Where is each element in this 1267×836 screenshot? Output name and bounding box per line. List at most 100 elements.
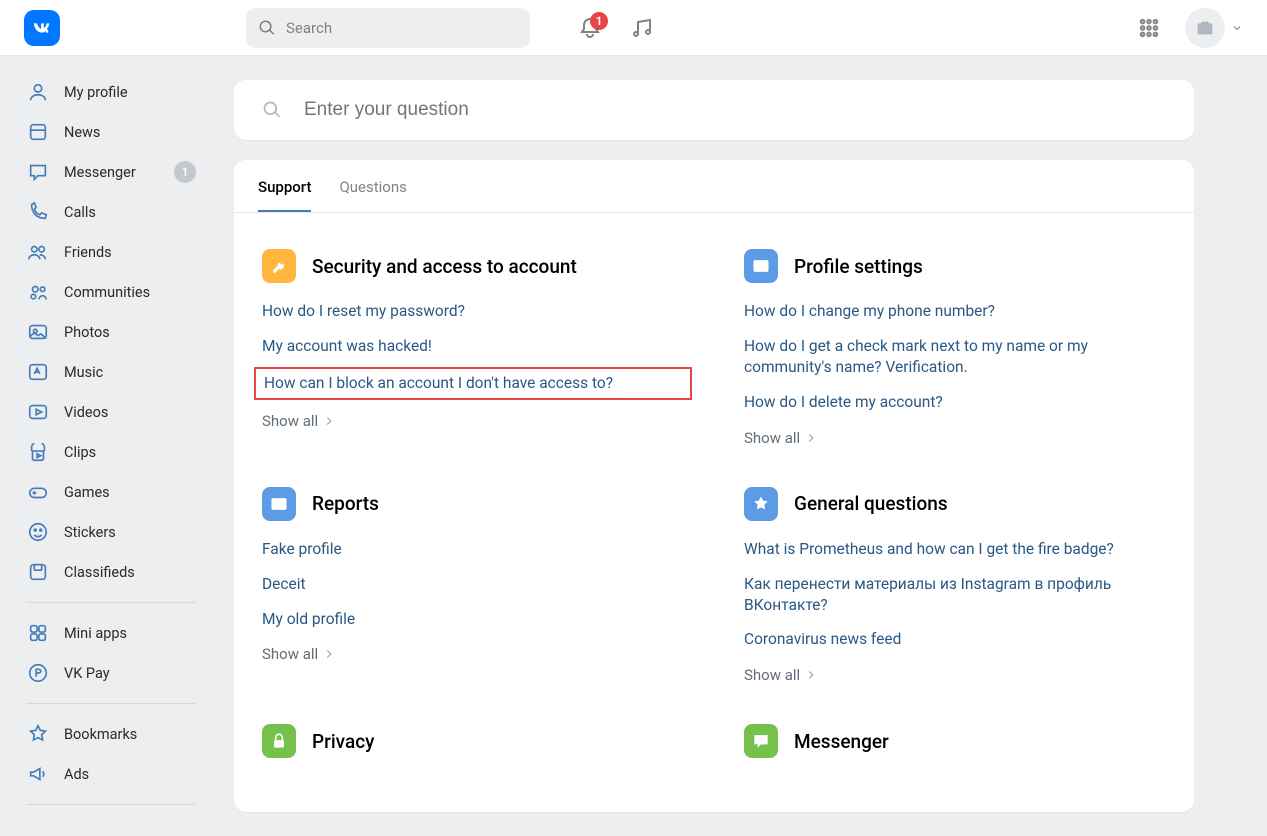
sidebar-item-messenger[interactable]: Messenger1 <box>20 152 202 192</box>
help-link[interactable]: How do I get a check mark next to my nam… <box>744 336 1166 378</box>
sidebar-item-photos[interactable]: Photos <box>20 312 202 352</box>
communities-icon <box>26 280 50 304</box>
sidebar-item-label: Stickers <box>64 524 116 541</box>
music-button[interactable] <box>622 8 662 48</box>
sidebar-item-label: Photos <box>64 324 110 341</box>
help-link[interactable]: How do I change my phone number? <box>744 301 1166 322</box>
friends-icon <box>26 240 50 264</box>
sidebar-item-music[interactable]: Music <box>20 352 202 392</box>
show-all-link[interactable]: Show all <box>262 645 684 663</box>
support-card: Support Questions Security and access to… <box>234 160 1194 812</box>
show-all-link[interactable]: Show all <box>744 429 1166 447</box>
main-content: Support Questions Security and access to… <box>210 56 1230 836</box>
sidebar-item-ads[interactable]: Ads <box>20 754 202 794</box>
section-title: General questions <box>794 492 948 515</box>
calls-icon <box>26 200 50 224</box>
chevron-right-icon <box>322 647 336 661</box>
sidebar-item-calls[interactable]: Calls <box>20 192 202 232</box>
ask-question-box[interactable] <box>234 80 1194 140</box>
sidebar-divider <box>26 703 196 704</box>
tab-questions[interactable]: Questions <box>339 160 406 212</box>
section-title: Security and access to account <box>312 255 577 278</box>
help-link[interactable]: Fake profile <box>262 539 684 560</box>
notifications-button[interactable]: 1 <box>570 8 610 48</box>
search-icon <box>262 100 282 120</box>
help-link[interactable]: Как перенести материалы из Instagram в п… <box>744 574 1166 616</box>
sidebar-item-profile[interactable]: My profile <box>20 72 202 112</box>
sidebar-item-friends[interactable]: Friends <box>20 232 202 272</box>
help-link[interactable]: My account was hacked! <box>262 336 684 357</box>
sidebar-item-label: Calls <box>64 204 96 221</box>
music-icon <box>26 360 50 384</box>
vkpay-icon <box>26 661 50 685</box>
sidebar-item-games[interactable]: Games <box>20 472 202 512</box>
miniapps-icon <box>26 621 50 645</box>
sidebar-item-classifieds[interactable]: Classifieds <box>20 552 202 592</box>
sidebar-item-miniapps[interactable]: Mini apps <box>20 613 202 653</box>
profile-menu[interactable] <box>1185 8 1243 48</box>
sidebar-item-videos[interactable]: Videos <box>20 392 202 432</box>
sidebar-item-label: Games <box>64 484 110 501</box>
sidebar-item-label: Communities <box>64 284 150 301</box>
section-header: Security and access to account <box>262 249 684 283</box>
section-header: Profile settings <box>744 249 1166 283</box>
ask-question-input[interactable] <box>302 98 1166 122</box>
grid-icon <box>1138 17 1160 39</box>
tabs: Support Questions <box>234 160 1194 213</box>
chevron-right-icon <box>804 431 818 445</box>
sidebar-item-clips[interactable]: Clips <box>20 432 202 472</box>
section: General questions What is Prometheus and … <box>744 487 1166 685</box>
stickers-icon <box>26 520 50 544</box>
section-links: What is Prometheus and how can I get the… <box>744 539 1166 685</box>
sidebar-item-news[interactable]: News <box>20 112 202 152</box>
news-icon <box>26 120 50 144</box>
sidebar-item-stickers[interactable]: Stickers <box>20 512 202 552</box>
sidebar-badge: 1 <box>174 161 196 183</box>
photos-icon <box>26 320 50 344</box>
sidebar-divider <box>26 602 196 603</box>
sidebar-item-label: Bookmarks <box>64 726 137 743</box>
section-title: Messenger <box>794 730 889 753</box>
chat-icon <box>744 724 778 758</box>
help-link[interactable]: What is Prometheus and how can I get the… <box>744 539 1166 560</box>
sidebar-item-label: Classifieds <box>64 564 135 581</box>
notification-badge: 1 <box>590 12 608 30</box>
tab-support[interactable]: Support <box>258 160 311 212</box>
sidebar-item-label: Videos <box>64 404 108 421</box>
sidebar-item-vkpay[interactable]: VK Pay <box>20 653 202 693</box>
header-search-placeholder: Search <box>286 19 332 37</box>
clips-icon <box>26 440 50 464</box>
top-header: Search 1 <box>0 0 1267 56</box>
show-all-link[interactable]: Show all <box>744 666 1166 684</box>
help-link[interactable]: Coronavirus news feed <box>744 629 1166 650</box>
music-icon <box>630 16 654 40</box>
help-link[interactable]: My old profile <box>262 609 684 630</box>
section-header: Privacy <box>262 724 684 758</box>
section: Reports Fake profile Deceit My old profile S… <box>262 487 684 685</box>
vk-logo[interactable] <box>24 10 60 46</box>
show-all-link[interactable]: Show all <box>262 412 684 430</box>
help-link[interactable]: How do I delete my account? <box>744 392 1166 413</box>
apps-grid-button[interactable] <box>1129 8 1169 48</box>
sidebar-item-label: Ads <box>64 766 89 783</box>
help-link[interactable]: How do I reset my password? <box>262 301 684 322</box>
section-title: Privacy <box>312 730 374 753</box>
section-header: Messenger <box>744 724 1166 758</box>
sidebar-item-bookmarks[interactable]: Bookmarks <box>20 714 202 754</box>
camera-icon <box>1194 17 1216 39</box>
profile-card-icon <box>744 249 778 283</box>
sidebar-item-communities[interactable]: Communities <box>20 272 202 312</box>
help-link[interactable]: How can I block an account I don't have … <box>254 367 692 400</box>
star-icon <box>744 487 778 521</box>
sidebar: My profileNewsMessenger1 Calls Friends Comm… <box>0 56 210 836</box>
header-search[interactable]: Search <box>246 8 530 48</box>
messenger-icon <box>26 160 50 184</box>
sidebar-item-label: Friends <box>64 244 112 261</box>
chevron-down-icon <box>1231 22 1243 34</box>
help-link[interactable]: Deceit <box>262 574 684 595</box>
ads-icon <box>26 762 50 786</box>
lock-icon <box>262 724 296 758</box>
section-header: Reports <box>262 487 684 521</box>
chevron-right-icon <box>322 414 336 428</box>
section: Profile settings How do I change my phone… <box>744 249 1166 447</box>
